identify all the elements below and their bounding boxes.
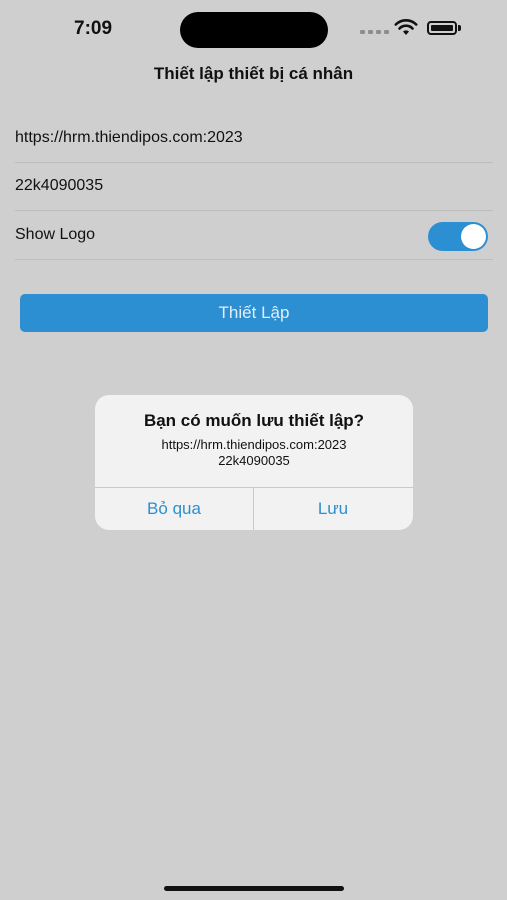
server-url-field[interactable]: https://hrm.thiendipos.com:2023: [15, 114, 493, 163]
status-time: 7:09: [74, 18, 113, 39]
save-button[interactable]: Lưu: [254, 487, 412, 530]
home-indicator[interactable]: [164, 886, 344, 891]
wifi-icon: [394, 19, 418, 35]
alert-message-device-id: 22k4090035: [218, 453, 290, 468]
cellular-signal-icon: [360, 30, 389, 34]
show-logo-toggle[interactable]: [428, 222, 488, 251]
alert-message-url: https://hrm.thiendipos.com:2023: [161, 437, 347, 452]
toggle-knob: [461, 224, 486, 249]
battery-tip: [458, 25, 461, 31]
device-id-field[interactable]: 22k4090035: [15, 162, 493, 211]
dynamic-island: [180, 12, 328, 48]
show-logo-label: Show Logo: [15, 226, 96, 243]
page-title: Thiết lập thiết bị cá nhân: [153, 64, 354, 83]
alert-title: Bạn có muốn lưu thiết lập?: [143, 411, 365, 430]
server-url-value: https://hrm.thiendipos.com:2023: [15, 129, 243, 146]
show-logo-row: Show Logo: [15, 211, 493, 260]
battery-icon: [427, 21, 457, 35]
setup-button[interactable]: Thiết Lập: [20, 294, 488, 332]
device-id-value: 22k4090035: [15, 177, 104, 194]
status-bar: 7:09: [0, 0, 507, 60]
save-settings-alert: Bạn có muốn lưu thiết lập? https://hrm.t…: [95, 395, 413, 530]
cancel-button[interactable]: Bỏ qua: [95, 487, 253, 530]
